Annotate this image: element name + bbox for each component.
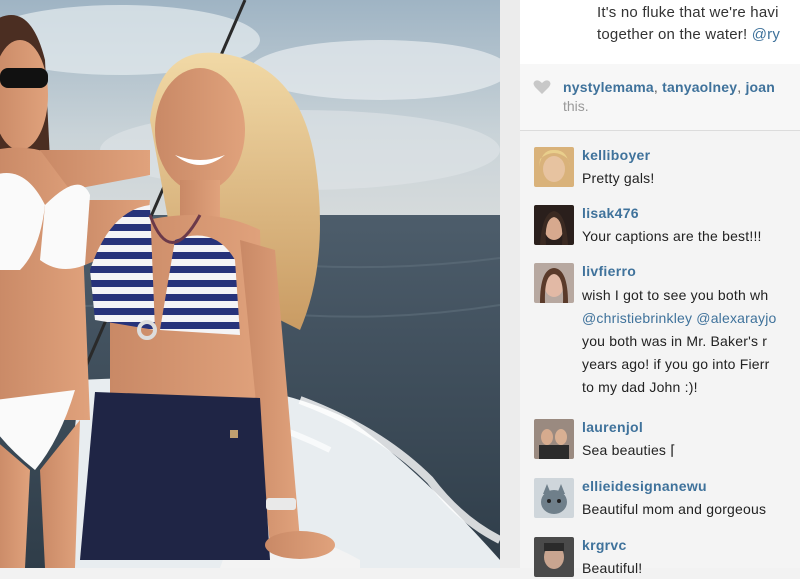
comments-list: kelliboyer Pretty gals! lisak476 Your ca… <box>520 131 800 577</box>
avatar[interactable] <box>534 537 574 577</box>
post-photo <box>0 0 500 568</box>
likers-list: nystylemama, tanyaolney, joan <box>563 79 776 95</box>
comment-username[interactable]: laurenjol <box>582 419 643 435</box>
caption-text: together on the water! <box>597 26 752 43</box>
caption-mention-link[interactable]: @ry <box>752 26 780 43</box>
post-caption: It's no fluke that we're havi together o… <box>520 0 800 65</box>
heart-icon[interactable] <box>533 79 551 95</box>
avatar[interactable] <box>534 263 574 303</box>
avatar[interactable] <box>534 478 574 518</box>
comment-username[interactable]: livfierro <box>582 263 636 279</box>
comment-text-line: you both was in Mr. Baker's r <box>582 333 768 349</box>
caption-line-2: together on the water! @ry <box>597 26 780 43</box>
comment-username[interactable]: krgrvc <box>582 537 627 553</box>
liker-link[interactable]: joan <box>745 79 775 95</box>
liker-link[interactable]: tanyaolney <box>662 79 737 95</box>
comment-text: Sea beauties ⌈ <box>582 442 676 458</box>
caption-line-1: It's no fluke that we're havi <box>597 4 779 21</box>
liker-link[interactable]: nystylemama <box>563 79 654 95</box>
panel-divider <box>500 0 520 568</box>
comment-mention-links[interactable]: @christiebrinkley @alexarayjo <box>582 308 777 329</box>
likes-section: nystylemama, tanyaolney, joan this. <box>520 64 800 131</box>
avatar[interactable] <box>534 205 574 245</box>
comment-text: Your captions are the best!!! <box>582 228 762 244</box>
comment-username[interactable]: lisak476 <box>582 205 639 221</box>
avatar[interactable] <box>534 419 574 459</box>
comment-text-line: wish I got to see you both wh <box>582 287 769 303</box>
comment-text-line: years ago! if you go into Fierr <box>582 356 770 372</box>
comment-text-line: to my dad John :)! <box>582 379 698 395</box>
comment-text: Pretty gals! <box>582 170 655 186</box>
avatar[interactable] <box>534 147 574 187</box>
comment-username[interactable]: kelliboyer <box>582 147 650 163</box>
likes-suffix: this. <box>563 98 589 114</box>
comment-text: Beautiful mom and gorgeous <box>582 501 767 517</box>
comment-username[interactable]: ellieidesignanewu <box>582 478 707 494</box>
comment-text: Beautiful! <box>582 560 643 576</box>
